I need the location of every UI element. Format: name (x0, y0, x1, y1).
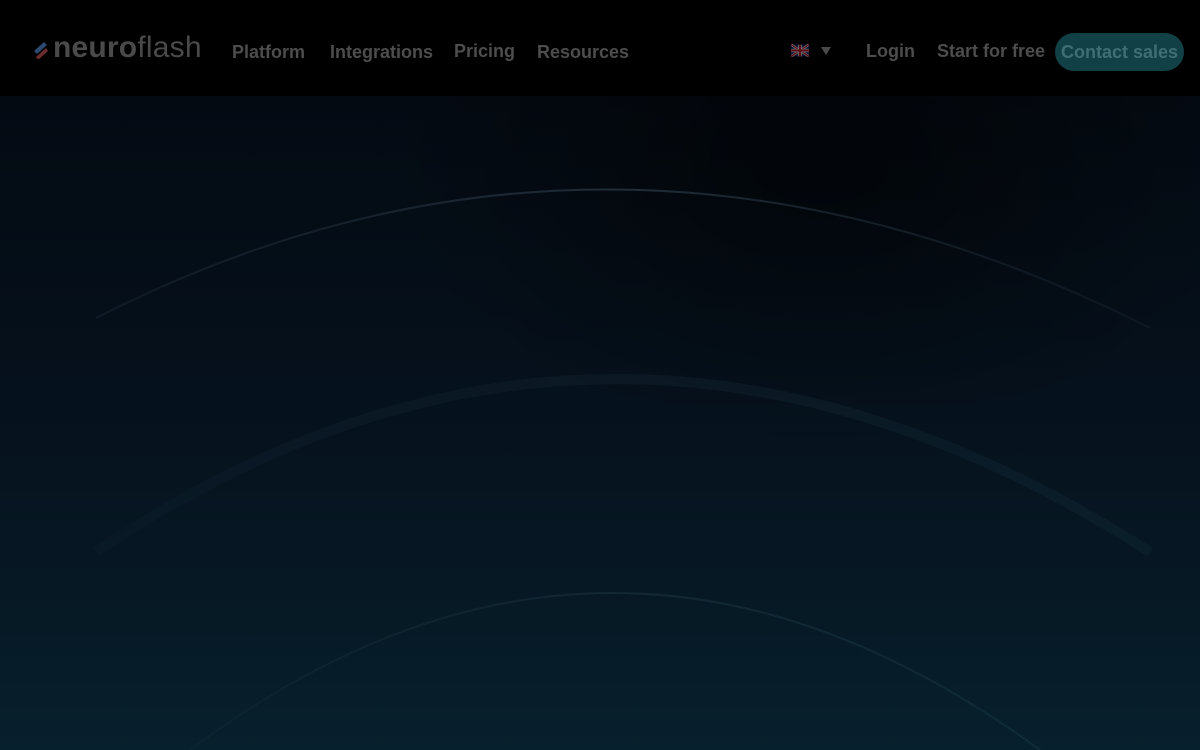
decorative-arcs (93, 188, 1153, 750)
chevron-down-icon (821, 46, 831, 55)
top-navigation-bar: neuroflash Platform Integrations Pricing… (0, 0, 1200, 96)
login-link[interactable]: Login (866, 39, 915, 63)
nav-resources[interactable]: Resources (537, 40, 629, 64)
language-selector[interactable] (791, 44, 831, 57)
uk-flag-icon (791, 44, 809, 57)
start-for-free-link[interactable]: Start for free (937, 39, 1045, 63)
logo-mark-icon (34, 42, 48, 59)
neuroflash-logo[interactable]: neuroflash (32, 32, 202, 64)
contact-sales-button[interactable]: Contact sales (1055, 33, 1184, 71)
nav-pricing[interactable]: Pricing (454, 39, 515, 63)
hero-background (0, 96, 1200, 750)
logo-wordmark: neuroflash (53, 31, 202, 64)
nav-platform[interactable]: Platform (232, 40, 305, 64)
nav-integrations[interactable]: Integrations (330, 40, 433, 64)
